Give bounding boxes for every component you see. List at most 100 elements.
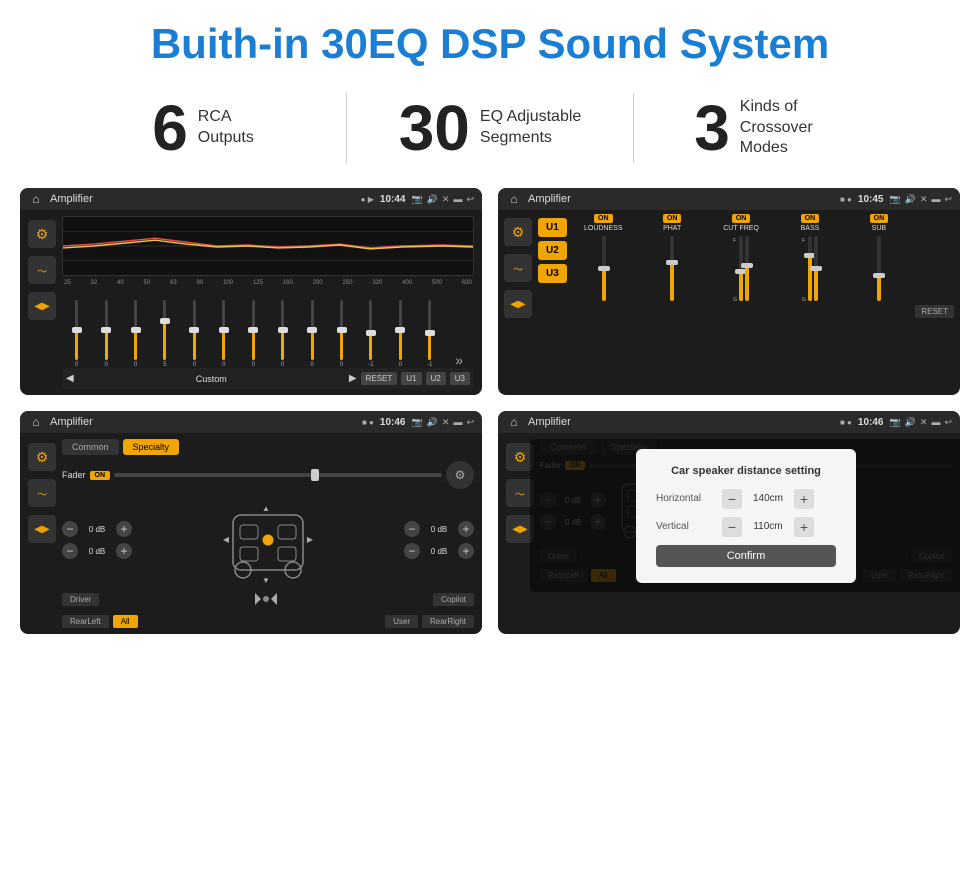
eq-slider-9[interactable]: 0 [299, 300, 324, 368]
sub-slider[interactable] [877, 236, 881, 301]
eq-slider-6[interactable]: 0 [211, 300, 236, 368]
fader-wave-btn[interactable]: 〜 [28, 479, 56, 507]
cutfreq-slider-1[interactable] [739, 236, 743, 301]
eq-slider-4[interactable]: 5 [152, 300, 177, 368]
stat-eq: 30 EQ AdjustableSegments [347, 96, 633, 160]
distance-time: 10:46 [858, 417, 884, 428]
eq-screen-card: ⌂ Amplifier ● ▶ 10:44 📷 🔊 ✕ ▬ ↩ ⚙ 〜 ◀▶ [20, 188, 482, 395]
eq-slider-13[interactable]: -1 [417, 300, 442, 368]
freq-125: 125 [253, 280, 263, 286]
fader-back-icon[interactable]: ↩ [466, 417, 474, 428]
fader-user-btn[interactable]: User [385, 615, 418, 628]
loudness-slider[interactable] [602, 236, 606, 301]
eq-u2-btn[interactable]: U2 [426, 372, 446, 385]
back-icon[interactable]: ↩ [466, 194, 474, 205]
cutfreq-on-badge[interactable]: ON [732, 214, 751, 223]
fader-on-toggle[interactable]: ON [90, 471, 111, 480]
vol-fr-plus[interactable]: + [458, 521, 474, 537]
crossover-screen-title: Amplifier [528, 193, 834, 205]
eq-slider-5[interactable]: 0 [182, 300, 207, 368]
eq-freq-labels: 25 32 40 50 63 80 100 125 160 200 250 32… [62, 280, 474, 286]
fader-rearright-btn[interactable]: RearRight [422, 615, 474, 628]
car-svg-display: ▲ ▼ ◀ ▶ [140, 495, 396, 585]
modal-confirm-button[interactable]: Confirm [656, 545, 836, 567]
fader-settings-icon[interactable]: ⚙ [446, 461, 474, 489]
fader-tab-specialty[interactable]: Specialty [123, 439, 180, 455]
freq-160: 160 [283, 280, 293, 286]
fader-dots: ■ ● [362, 418, 374, 427]
bass-on-badge[interactable]: ON [801, 214, 820, 223]
vol-fr-minus[interactable]: − [404, 521, 420, 537]
eq-slider-2[interactable]: 0 [93, 300, 118, 368]
modal-vertical-plus[interactable]: + [794, 517, 814, 537]
distance-modal-box: Car speaker distance setting Horizontal … [636, 449, 856, 583]
cross-u1-btn[interactable]: U1 [538, 218, 567, 237]
fader-home-icon[interactable]: ⌂ [28, 414, 44, 430]
fader-copilot-btn[interactable]: Copilot [433, 593, 474, 606]
crossover-screen-card: ⌂ Amplifier ■ ● 10:45 📷 🔊 ✕ ▬ ↩ ⚙ 〜 ◀▶ U… [498, 188, 960, 395]
fader-slider[interactable] [114, 473, 442, 477]
eq-slider-12[interactable]: 0 [388, 300, 413, 368]
eq-u3-btn[interactable]: U3 [450, 372, 470, 385]
cutfreq-slider-2[interactable] [745, 236, 749, 301]
cross-u2-btn[interactable]: U2 [538, 241, 567, 260]
phat-slider[interactable] [670, 236, 674, 301]
eq-slider-8[interactable]: 0 [270, 300, 295, 368]
eq-status-bar: ⌂ Amplifier ● ▶ 10:44 📷 🔊 ✕ ▬ ↩ [20, 188, 482, 210]
cross-filter-btn[interactable]: ⚙ [504, 218, 532, 246]
vol-rl-value: 0 dB [82, 547, 112, 556]
eq-sidebar: ⚙ 〜 ◀▶ [28, 216, 56, 389]
modal-vertical-minus[interactable]: − [722, 517, 742, 537]
eq-slider-1[interactable]: 0 [64, 300, 89, 368]
bass-slider-2[interactable] [814, 236, 818, 301]
eq-filter-btn[interactable]: ⚙ [28, 220, 56, 248]
fader-filter-btn[interactable]: ⚙ [28, 443, 56, 471]
phat-on-badge[interactable]: ON [663, 214, 682, 223]
modal-vertical-value: 110cm [748, 521, 788, 532]
eq-preset-label: Custom [78, 374, 345, 384]
eq-prev-btn[interactable]: ◀ [66, 373, 74, 384]
cross-u3-btn[interactable]: U3 [538, 264, 567, 283]
distance-screen-title: Amplifier [528, 416, 834, 428]
vol-rr-minus[interactable]: − [404, 543, 420, 559]
vol-fl-plus[interactable]: + [116, 521, 132, 537]
vol-rr-plus[interactable]: + [458, 543, 474, 559]
fader-driver-btn[interactable]: Driver [62, 593, 99, 606]
eq-wave-btn[interactable]: 〜 [28, 256, 56, 284]
stat-rca-number: 6 [152, 96, 188, 160]
eq-slider-11[interactable]: -1 [358, 300, 383, 368]
fader-speaker-btn[interactable]: ◀▶ [28, 515, 56, 543]
crossover-home-icon[interactable]: ⌂ [506, 191, 522, 207]
fader-all-btn[interactable]: All [113, 615, 138, 628]
distance-volume-icon: 🔊 [905, 417, 916, 428]
eq-speaker-btn[interactable]: ◀▶ [28, 292, 56, 320]
eq-slider-10[interactable]: 0 [329, 300, 354, 368]
crossover-volume-icon: 🔊 [905, 194, 916, 205]
cross-speaker-btn[interactable]: ◀▶ [504, 290, 532, 318]
svg-text:▼: ▼ [262, 576, 270, 585]
eq-slider-3[interactable]: 0 [123, 300, 148, 368]
crossover-dots: ■ ● [840, 195, 852, 204]
cross-wave-btn[interactable]: 〜 [504, 254, 532, 282]
eq-next-btn[interactable]: ▶ [349, 373, 357, 384]
eq-slider-7[interactable]: 0 [241, 300, 266, 368]
eq-reset-btn[interactable]: RESET [361, 372, 398, 385]
sub-on-badge[interactable]: ON [870, 214, 889, 223]
fader-tab-common[interactable]: Common [62, 439, 119, 455]
crossover-back-icon[interactable]: ↩ [944, 194, 952, 205]
crossover-main: U1 U2 U3 ON LOUDNESS [538, 214, 954, 318]
distance-back-icon[interactable]: ↩ [944, 417, 952, 428]
vol-rl-plus[interactable]: + [116, 543, 132, 559]
vol-fl-minus[interactable]: − [62, 521, 78, 537]
eq-u1-btn[interactable]: U1 [401, 372, 421, 385]
loudness-on-badge[interactable]: ON [594, 214, 613, 223]
eq-expand-btn[interactable]: » [446, 352, 471, 368]
modal-horizontal-minus[interactable]: − [722, 489, 742, 509]
distance-home-icon[interactable]: ⌂ [506, 414, 522, 430]
crossover-reset-btn[interactable]: RESET [915, 305, 954, 318]
fader-rearleft-btn[interactable]: RearLeft [62, 615, 109, 628]
home-icon[interactable]: ⌂ [28, 191, 44, 207]
modal-horizontal-plus[interactable]: + [794, 489, 814, 509]
vol-rl-minus[interactable]: − [62, 543, 78, 559]
freq-32: 32 [91, 280, 98, 286]
